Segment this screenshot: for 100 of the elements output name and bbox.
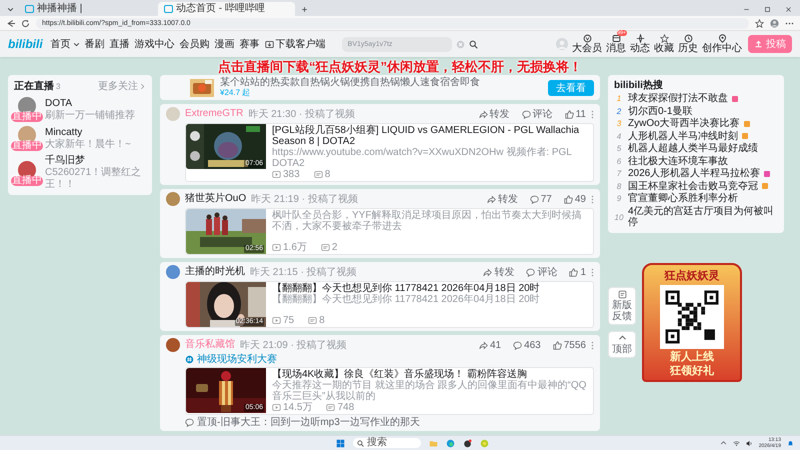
author-name[interactable]: 主播的时光机 <box>185 266 245 278</box>
rank-number: 9 <box>616 194 622 204</box>
comment-button[interactable]: 77 <box>530 192 552 206</box>
back-icon[interactable] <box>6 18 15 28</box>
share-button[interactable]: 转发 <box>486 192 518 206</box>
comment-button[interactable]: 463 <box>513 340 541 350</box>
menu-link[interactable]: 大会员 <box>572 34 602 54</box>
share-button[interactable]: 转发 <box>483 265 514 279</box>
share-icon <box>478 340 488 350</box>
menu-link[interactable]: 动态 <box>630 34 650 54</box>
share-icon <box>486 194 496 204</box>
danmaku-count: 2 <box>320 242 338 253</box>
browser-tab[interactable]: 动态首页 - 哔哩哔哩 <box>158 2 295 16</box>
like-button[interactable]: 7556 <box>552 340 586 350</box>
nav-link[interactable]: 漫画 <box>214 37 235 51</box>
comment-button[interactable]: 评论 <box>522 107 553 121</box>
danmaku-icon <box>314 170 323 179</box>
tab-title: 动态首页 - 哔哩哔哩 <box>176 3 265 15</box>
nav-link[interactable]: 会员购 <box>180 37 210 51</box>
menu-link[interactable]: 创作中心 <box>702 34 742 54</box>
ad-title: 狂点妖妖灵 <box>664 268 720 282</box>
streamer-name: 千鸟旧梦 <box>45 155 86 167</box>
nav-link[interactable]: 游戏中心 <box>134 37 175 51</box>
hash-icon <box>185 355 194 364</box>
like-button[interactable]: 1 <box>569 265 586 279</box>
trending-item[interactable]: 2 切尔西0-1曼联 <box>614 106 778 117</box>
nav-link[interactable]: 下载客户端 <box>264 37 326 51</box>
trending-title: 切尔西0-1曼联 <box>628 106 692 117</box>
nav-link[interactable]: 首页 <box>50 37 80 51</box>
app-icon[interactable] <box>463 438 472 448</box>
trending-item[interactable]: 1 球友探探假打法不敢盘 <box>614 93 778 104</box>
live-item[interactable]: 直播中 DOTA 刷新一万一铺铺推荐 <box>14 97 146 122</box>
speaker-icon[interactable] <box>746 440 753 446</box>
view-count: 1.6万 <box>272 242 307 253</box>
rank-number: 2 <box>616 106 622 116</box>
trending-item[interactable]: 4 人形机器人半马冲线时刻 <box>614 130 778 142</box>
panel-title: bilibili热搜 <box>614 79 664 92</box>
search-icon <box>357 440 364 446</box>
search-icon[interactable] <box>468 40 478 48</box>
wifi-icon[interactable] <box>732 440 740 446</box>
compass-icon <box>636 34 644 43</box>
post-time: 昨天 21:19 · 投稿了视频 <box>251 192 358 206</box>
reload-icon[interactable] <box>21 18 30 28</box>
streamer-name: Mincatty <box>45 126 82 138</box>
comment-icon <box>185 418 194 427</box>
danmaku-count: 748 <box>326 402 354 413</box>
browser-tab[interactable]: 神播神播 | <box>19 2 156 16</box>
post-time: 昨天 21:09 · 投稿了视频 <box>240 338 347 352</box>
browser-icon[interactable] <box>446 438 455 448</box>
comment-icon <box>530 194 539 204</box>
pin-icon <box>718 34 726 43</box>
windows-logo-icon[interactable] <box>336 438 345 448</box>
comment-button[interactable]: 评论 <box>526 265 558 279</box>
trending-title: 2026人形机器人半程马拉松赛 <box>628 168 760 180</box>
view-count: 14.5万 <box>272 402 312 413</box>
trending-title: 球友探探假打法不敢盘 <box>628 93 728 104</box>
comment-icon <box>522 110 531 118</box>
ad-text: 新人上线 <box>670 350 714 362</box>
share-button[interactable]: 转发 <box>478 107 510 121</box>
rank-number: 8 <box>616 182 622 191</box>
trending-item[interactable]: 8 国王杯皇家社会击败马竞夺冠 <box>614 180 778 192</box>
live-item[interactable]: 直播中 Mincatty 大家新年！晨牛！~ <box>14 126 146 151</box>
trending-item[interactable]: 9 官宣董卿心系胜利率分析 <box>614 193 778 204</box>
bell-icon[interactable] <box>787 440 794 446</box>
like-button[interactable]: 49 <box>564 192 586 206</box>
video-title: 【现场4K收藏】徐良《红装》音乐盛现场！ 霸粉阵容送胸 <box>272 369 528 380</box>
taskbar-search-field[interactable]: 搜索 <box>353 438 421 448</box>
view-count: 75 <box>272 315 294 326</box>
nav-link[interactable]: 直播 <box>110 37 130 51</box>
topic-link[interactable]: 神级现场安利大赛 <box>185 354 594 365</box>
rank-number: 7 <box>616 169 622 178</box>
back-to-top-button[interactable]: 顶部 <box>608 330 636 358</box>
comment-icon <box>526 268 536 276</box>
vip-icon <box>582 34 592 43</box>
author-name[interactable]: 猪世英片OuO <box>185 193 246 205</box>
feedback-button[interactable]: 新版反馈 <box>608 286 636 324</box>
trending-item[interactable]: 6 往北极大连环境车事故 <box>614 156 778 167</box>
chevron-up-icon[interactable] <box>720 440 727 446</box>
trending-item[interactable]: 5 机器人超越人类半马最好成绩 <box>614 143 778 154</box>
close-icon[interactable] <box>785 6 792 12</box>
trending-item[interactable]: 3 ZywOo大哥西半决赛比赛 <box>614 118 778 130</box>
post-time: 昨天 21:30 · 投稿了视频 <box>248 108 356 121</box>
tv-icon <box>25 5 34 13</box>
maximize-icon[interactable] <box>764 6 771 12</box>
like-button[interactable]: 11 <box>564 107 586 121</box>
live-badge: 直播中 <box>11 112 43 122</box>
caret-icon <box>7 6 14 12</box>
live-count: 3 <box>56 82 60 90</box>
nav-link[interactable]: 番剧 <box>84 37 105 51</box>
trending-item[interactable]: 7 2026人形机器人半程马拉松赛 <box>614 168 778 180</box>
share-button[interactable]: 41 <box>478 340 502 350</box>
nav-link[interactable]: 赛事 <box>240 37 260 51</box>
menu-link[interactable]: 历史 <box>678 34 698 54</box>
comment-icon <box>513 340 522 350</box>
bookmark-icon[interactable] <box>755 18 764 28</box>
profile-icon[interactable] <box>770 18 779 28</box>
menu-link[interactable]: 收藏 <box>654 34 674 54</box>
qr-ad[interactable]: 狂点妖妖灵 新人上线 狂领好礼 <box>642 262 742 382</box>
play-icon <box>272 170 281 179</box>
avatar <box>166 338 180 352</box>
